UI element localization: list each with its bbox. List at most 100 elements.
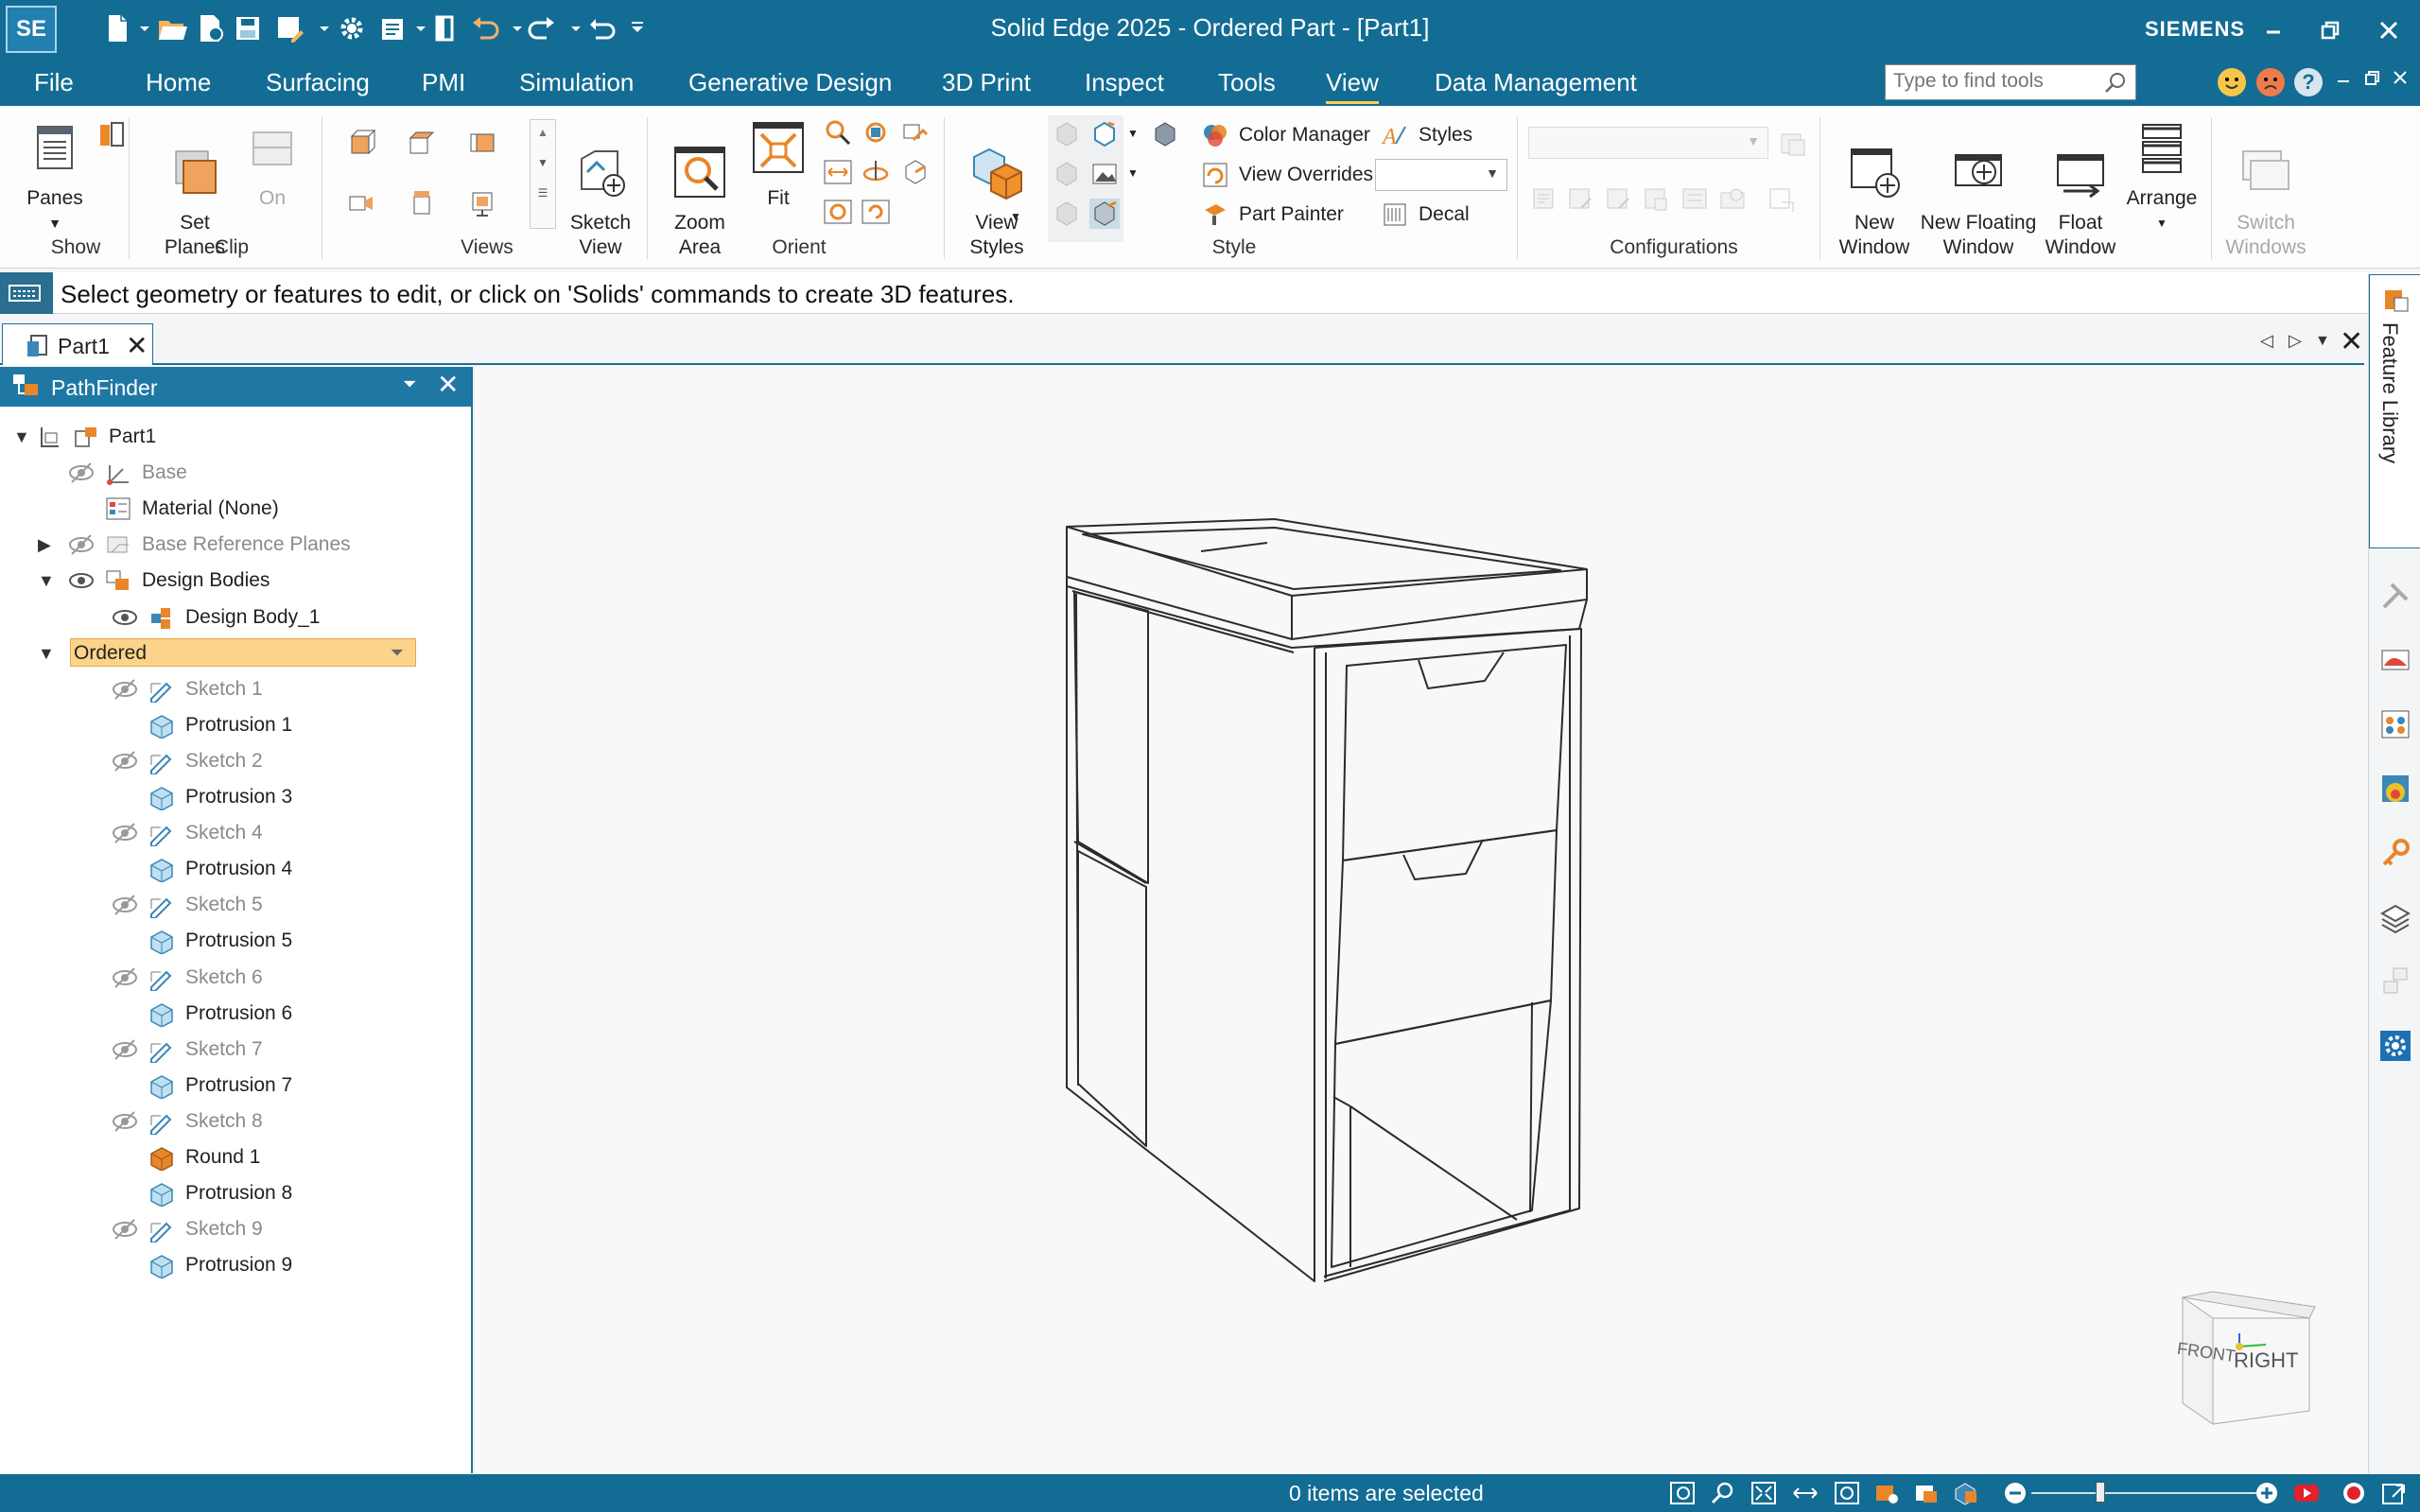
new-floating-window-button[interactable]: New Floating Window (1914, 119, 2043, 285)
hidden-eye-icon[interactable] (112, 894, 138, 916)
hidden-eye-icon[interactable] (68, 461, 95, 484)
tree-item[interactable]: Sketch 8 (0, 1104, 471, 1138)
clip-on-button[interactable]: On (244, 119, 301, 211)
doc-restore-icon[interactable] (2359, 64, 2385, 91)
zoom-in-icon[interactable] (2253, 1480, 2281, 1506)
pane-toggle-icon[interactable] (96, 119, 127, 149)
shaded-with-edges-icon[interactable] (1052, 119, 1082, 149)
hidden-edges-icon[interactable] (1052, 159, 1082, 189)
search-icon[interactable] (2103, 71, 2128, 96)
undo-icon[interactable] (467, 11, 501, 45)
background-icon[interactable] (1089, 159, 1120, 189)
menu-pmi[interactable]: PMI (422, 68, 465, 97)
doc-close-icon[interactable] (2387, 64, 2413, 91)
open-file-icon[interactable] (155, 11, 189, 45)
panes-button[interactable]: Panes ▼ (21, 119, 89, 235)
tree-item[interactable]: Protrusion 8 (0, 1176, 471, 1210)
tree-item[interactable]: Sketch 6 (0, 961, 471, 995)
tree-item[interactable]: Base (0, 456, 471, 490)
menu-inspect[interactable]: Inspect (1085, 68, 1164, 97)
view-orbit-icon[interactable] (823, 197, 853, 227)
zoom-out-icon[interactable] (2001, 1480, 2029, 1506)
float-window-button[interactable]: Float Window (2043, 119, 2118, 285)
hidden-eye-icon[interactable] (112, 1218, 138, 1241)
tree-item[interactable]: Sketch 7 (0, 1033, 471, 1067)
view-dimetric-icon[interactable] (405, 127, 435, 157)
menu-tools[interactable]: Tools (1218, 68, 1276, 97)
part-painter-button[interactable]: Part Painter (1201, 199, 1344, 231)
shaded-icon[interactable] (1150, 119, 1180, 149)
customize-qat-icon[interactable] (620, 11, 643, 45)
collapse-toggle-icon[interactable]: ▼ (13, 420, 30, 454)
config-tool-2-icon[interactable] (1566, 183, 1596, 214)
hidden-eye-icon[interactable] (68, 533, 95, 556)
tab-scroll-left-icon[interactable]: ◁ (2260, 331, 2273, 351)
config-tool-7-icon[interactable] (1767, 183, 1797, 214)
command-finder-input[interactable] (1886, 65, 2094, 97)
close-document-icon[interactable] (427, 11, 461, 45)
tree-item[interactable]: Sketch 1 (0, 672, 471, 706)
look-at-face-icon[interactable] (900, 157, 931, 187)
options-gear-icon[interactable] (335, 11, 369, 45)
zoom-slider-thumb[interactable] (2096, 1482, 2105, 1503)
settings-panel-icon[interactable] (2378, 1029, 2412, 1063)
wireframe-icon[interactable] (1052, 199, 1082, 229)
cabinet-model[interactable] (475, 367, 2368, 1473)
properties-dropdown-icon[interactable] (405, 11, 426, 45)
sketch-view-button[interactable]: Sketch View (566, 119, 635, 285)
zoom-icon[interactable] (823, 117, 853, 148)
record-icon[interactable] (2340, 1480, 2368, 1506)
tree-item[interactable]: ▼ Part1 (0, 420, 471, 454)
repeat-icon[interactable] (584, 11, 618, 45)
view-perspective-icon[interactable] (467, 187, 497, 217)
arrange-button[interactable]: Arrange ▼ (2122, 119, 2202, 235)
menu-generative-design[interactable]: Generative Design (688, 68, 892, 97)
view-overrides-button[interactable]: View Overrides (1201, 159, 1373, 191)
menu-home[interactable]: Home (146, 68, 211, 97)
view-styles-dropdown-icon[interactable]: ▼ (1010, 210, 1021, 223)
export-icon[interactable] (2379, 1480, 2408, 1506)
close-icon[interactable] (2372, 13, 2406, 47)
style-select[interactable]: ▼ (1375, 159, 1507, 191)
tab-scroll-right-icon[interactable]: ▷ (2289, 331, 2302, 351)
pathfinder-options-icon[interactable]: ⏷ (403, 374, 416, 394)
configuration-select[interactable]: ▼ (1528, 127, 1768, 159)
minimize-icon[interactable] (2256, 13, 2290, 47)
tree-item[interactable]: Protrusion 1 (0, 708, 471, 742)
config-tool-1-icon[interactable] (1530, 183, 1560, 214)
config-tool-4-icon[interactable] (1642, 183, 1672, 214)
save-icon[interactable] (231, 11, 265, 45)
hidden-eye-icon[interactable] (112, 678, 138, 701)
render-dropdown-icon[interactable]: ▼ (1127, 127, 1139, 140)
pathfinder-close-icon[interactable]: ✕ (437, 369, 459, 400)
save-dropdown-icon[interactable] (308, 11, 329, 45)
visible-eye-icon[interactable] (68, 569, 95, 592)
visible-edges-icon[interactable] (1089, 119, 1120, 149)
rotate-view-icon[interactable] (861, 117, 891, 148)
hidden-eye-icon[interactable] (112, 822, 138, 844)
silhouette-icon[interactable] (1089, 199, 1120, 229)
view-styles-button[interactable]: View Styles (957, 119, 1036, 285)
ordered-options-icon[interactable]: ⏷ (391, 635, 404, 669)
tree-item[interactable]: Protrusion 9 (0, 1248, 471, 1282)
views-gallery-scroller[interactable]: ▲ ▼ ☰ (530, 119, 556, 229)
background-dropdown-icon[interactable]: ▼ (1127, 166, 1139, 180)
visible-eye-icon[interactable] (112, 606, 138, 629)
hidden-eye-icon[interactable] (112, 750, 138, 773)
youtube-icon[interactable] (2292, 1480, 2321, 1506)
document-tab-close-icon[interactable]: ✕ (126, 330, 148, 361)
tree-item[interactable]: Sketch 4 (0, 816, 471, 850)
view-cube[interactable]: FRONT RIGHT (2175, 1286, 2317, 1428)
help-icon[interactable]: ? (2294, 68, 2323, 96)
config-tool-6-icon[interactable] (1717, 183, 1748, 214)
menu-simulation[interactable]: Simulation (519, 68, 634, 97)
menu-view[interactable]: View (1326, 68, 1379, 104)
app-logo[interactable]: SE (6, 6, 57, 53)
tree-item[interactable]: Design Body_1 (0, 600, 471, 634)
tree-item[interactable]: Protrusion 7 (0, 1069, 471, 1103)
restore-icon[interactable] (2313, 13, 2347, 47)
rotate-status-icon[interactable] (1833, 1480, 1861, 1506)
prompt-bar-handle[interactable] (0, 272, 53, 314)
redo-icon[interactable] (526, 11, 560, 45)
tree-item[interactable]: Material (None) (0, 492, 471, 526)
